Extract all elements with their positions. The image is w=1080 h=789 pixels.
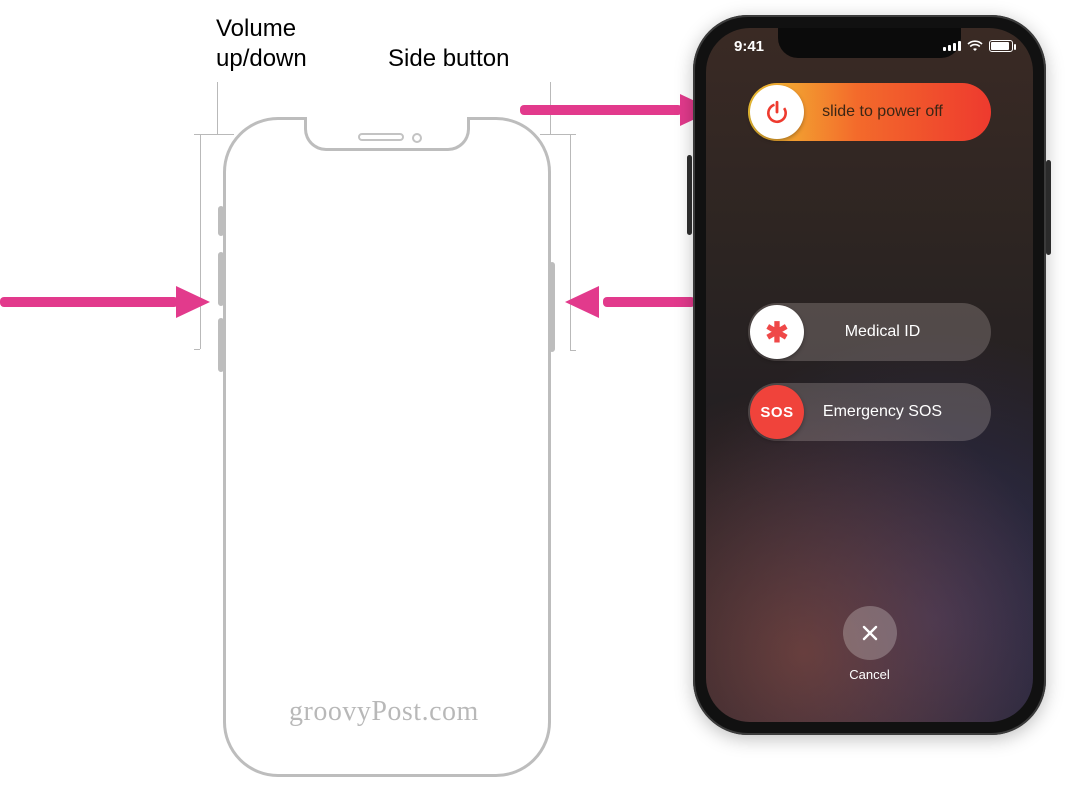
- outline-mute-switch: [218, 206, 224, 236]
- rendered-side-button-left: [687, 155, 692, 235]
- leader-tick: [194, 134, 200, 135]
- outline-side-button: [549, 262, 555, 352]
- side-button-label: Side button: [388, 44, 509, 74]
- medical-star-icon: ✱: [765, 316, 788, 349]
- power-off-label: slide to power off: [804, 103, 991, 121]
- leader-tick: [570, 134, 576, 135]
- sos-knob-text: SOS: [760, 404, 793, 421]
- arrow-to-side: [565, 292, 695, 312]
- cancel-button[interactable]: [843, 606, 897, 660]
- status-time: 9:41: [734, 38, 764, 55]
- power-off-slider[interactable]: slide to power off: [748, 83, 991, 141]
- outline-volume-up: [218, 252, 224, 306]
- medical-id-label: Medical ID: [804, 323, 991, 341]
- rendered-side-button-right: [1046, 160, 1051, 255]
- arrow-to-volume: [0, 292, 215, 312]
- emergency-sos-slider[interactable]: SOS Emergency SOS: [748, 383, 991, 441]
- medical-id-slider[interactable]: ✱ Medical ID: [748, 303, 991, 361]
- outline-speaker: [358, 133, 404, 141]
- arrow-to-power-slider: [520, 100, 720, 120]
- outline-volume-down: [218, 318, 224, 372]
- status-icons: [943, 40, 1013, 52]
- power-icon: [764, 99, 790, 125]
- rendered-notch: [778, 28, 961, 58]
- volume-label: Volume up/down: [216, 14, 307, 74]
- leader-tick: [194, 349, 200, 350]
- leader-line: [200, 134, 234, 135]
- power-off-knob[interactable]: [750, 85, 804, 139]
- sos-knob[interactable]: SOS: [750, 385, 804, 439]
- watermark: groovyPost.com: [289, 696, 479, 728]
- emergency-sos-label: Emergency SOS: [804, 403, 991, 421]
- leader-line: [217, 82, 218, 134]
- close-icon: [860, 623, 880, 643]
- outline-phone-body: [223, 117, 551, 777]
- medical-id-knob[interactable]: ✱: [750, 305, 804, 359]
- battery-icon: [989, 40, 1013, 52]
- cancel-label: Cancel: [706, 667, 1033, 682]
- outline-camera: [412, 133, 422, 143]
- leader-tick: [570, 350, 576, 351]
- signal-icon: [943, 41, 961, 51]
- leader-line: [540, 134, 570, 135]
- rendered-phone-screen: 9:41 slide to power off: [706, 28, 1033, 722]
- wifi-icon: [967, 40, 983, 52]
